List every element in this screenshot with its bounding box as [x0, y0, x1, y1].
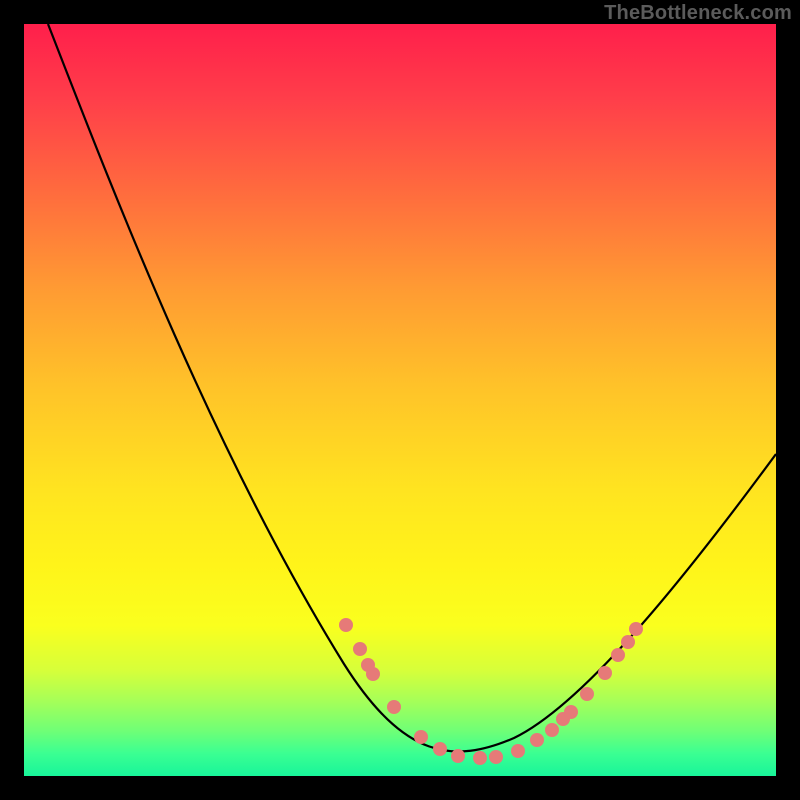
chart-svg: [24, 24, 776, 776]
data-points-group: [339, 618, 643, 765]
data-point: [339, 618, 353, 632]
data-point: [451, 749, 465, 763]
data-point: [353, 642, 367, 656]
data-point: [621, 635, 635, 649]
data-point: [580, 687, 594, 701]
data-point: [433, 742, 447, 756]
data-point: [489, 750, 503, 764]
data-point: [598, 666, 612, 680]
data-point: [387, 700, 401, 714]
chart-frame: [24, 24, 776, 776]
data-point: [473, 751, 487, 765]
data-point: [629, 622, 643, 636]
data-point: [414, 730, 428, 744]
data-point: [611, 648, 625, 662]
data-point: [366, 667, 380, 681]
data-point: [511, 744, 525, 758]
data-point: [530, 733, 544, 747]
bottleneck-curve: [48, 24, 776, 752]
data-point: [545, 723, 559, 737]
watermark-text: TheBottleneck.com: [604, 2, 792, 25]
data-point: [564, 705, 578, 719]
